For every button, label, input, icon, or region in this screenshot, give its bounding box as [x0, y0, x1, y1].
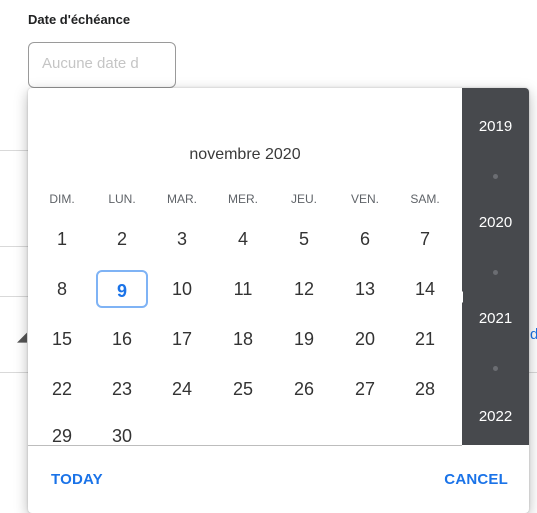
weekday-label: JEU. — [290, 192, 317, 206]
year-option[interactable]: 2021 — [462, 310, 529, 327]
today-button[interactable]: TODAY — [51, 471, 103, 488]
day-cell[interactable]: 26 — [278, 370, 330, 408]
day-cell[interactable]: 10 — [156, 270, 208, 308]
year-option[interactable]: 2020 — [462, 214, 529, 231]
weekday-label: DIM. — [49, 192, 75, 206]
day-cell[interactable]: 21 — [399, 320, 451, 358]
date-picker-popup: novembre 2020 DIM. LUN. MAR. MER. JEU. VEN. SA… — [28, 88, 529, 513]
day-cell[interactable]: 19 — [278, 320, 330, 358]
year-option[interactable]: 2019 — [462, 118, 529, 135]
weekday-label: SAM. — [410, 192, 440, 206]
background-divider — [0, 150, 28, 151]
day-cell[interactable]: 2 — [96, 220, 148, 258]
weekday-label: MAR. — [167, 192, 197, 206]
day-cell[interactable]: 20 — [339, 320, 391, 358]
year-separator-dot — [493, 366, 498, 371]
day-cell[interactable]: 12 — [278, 270, 330, 308]
day-cell[interactable]: 23 — [96, 370, 148, 408]
day-cell[interactable]: 3 — [156, 220, 208, 258]
day-cell[interactable]: 5 — [278, 220, 330, 258]
background-divider — [0, 372, 28, 373]
day-cell[interactable]: 29 — [36, 417, 88, 445]
day-cell[interactable]: 18 — [217, 320, 269, 358]
year-selector-pointer — [457, 291, 463, 303]
year-strip[interactable]: 2019 2020 2021 2022 — [462, 88, 529, 445]
background-divider — [529, 372, 537, 373]
due-date-input[interactable]: Aucune date d — [28, 42, 176, 88]
day-cell[interactable]: 15 — [36, 320, 88, 358]
day-cell[interactable]: 25 — [217, 370, 269, 408]
year-option[interactable]: 2022 — [462, 408, 529, 425]
background-divider — [0, 296, 28, 297]
day-cell-today[interactable]: 9 — [96, 270, 148, 308]
year-separator-dot — [493, 270, 498, 275]
day-cell[interactable]: 4 — [217, 220, 269, 258]
weekday-label: MER. — [228, 192, 258, 206]
due-date-label: Date d'échéance — [28, 12, 131, 27]
day-cell[interactable]: 6 — [339, 220, 391, 258]
cancel-button[interactable]: CANCEL — [444, 471, 508, 488]
month-title: novembre 2020 — [189, 146, 301, 163]
day-cell[interactable]: 11 — [217, 270, 269, 308]
day-cell[interactable]: 28 — [399, 370, 451, 408]
calendar-panel: novembre 2020 DIM. LUN. MAR. MER. JEU. VEN. SA… — [28, 88, 462, 445]
weekday-label: VEN. — [350, 192, 379, 206]
background-link-fragment: d — [530, 326, 537, 343]
day-cell[interactable]: 16 — [96, 320, 148, 358]
weekday-label: LUN. — [108, 192, 136, 206]
day-cell[interactable]: 1 — [36, 220, 88, 258]
background-divider — [0, 246, 28, 247]
day-cell[interactable]: 30 — [96, 417, 148, 445]
day-cell[interactable]: 27 — [339, 370, 391, 408]
background-icon: ◢ — [17, 329, 27, 344]
day-cell[interactable]: 14 — [399, 270, 451, 308]
day-cell[interactable]: 13 — [339, 270, 391, 308]
day-cell[interactable]: 17 — [156, 320, 208, 358]
day-cell[interactable]: 24 — [156, 370, 208, 408]
bottom-divider — [28, 445, 462, 446]
year-separator-dot — [493, 174, 498, 179]
day-cell[interactable]: 8 — [36, 270, 88, 308]
day-cell[interactable]: 22 — [36, 370, 88, 408]
day-cell[interactable]: 7 — [399, 220, 451, 258]
